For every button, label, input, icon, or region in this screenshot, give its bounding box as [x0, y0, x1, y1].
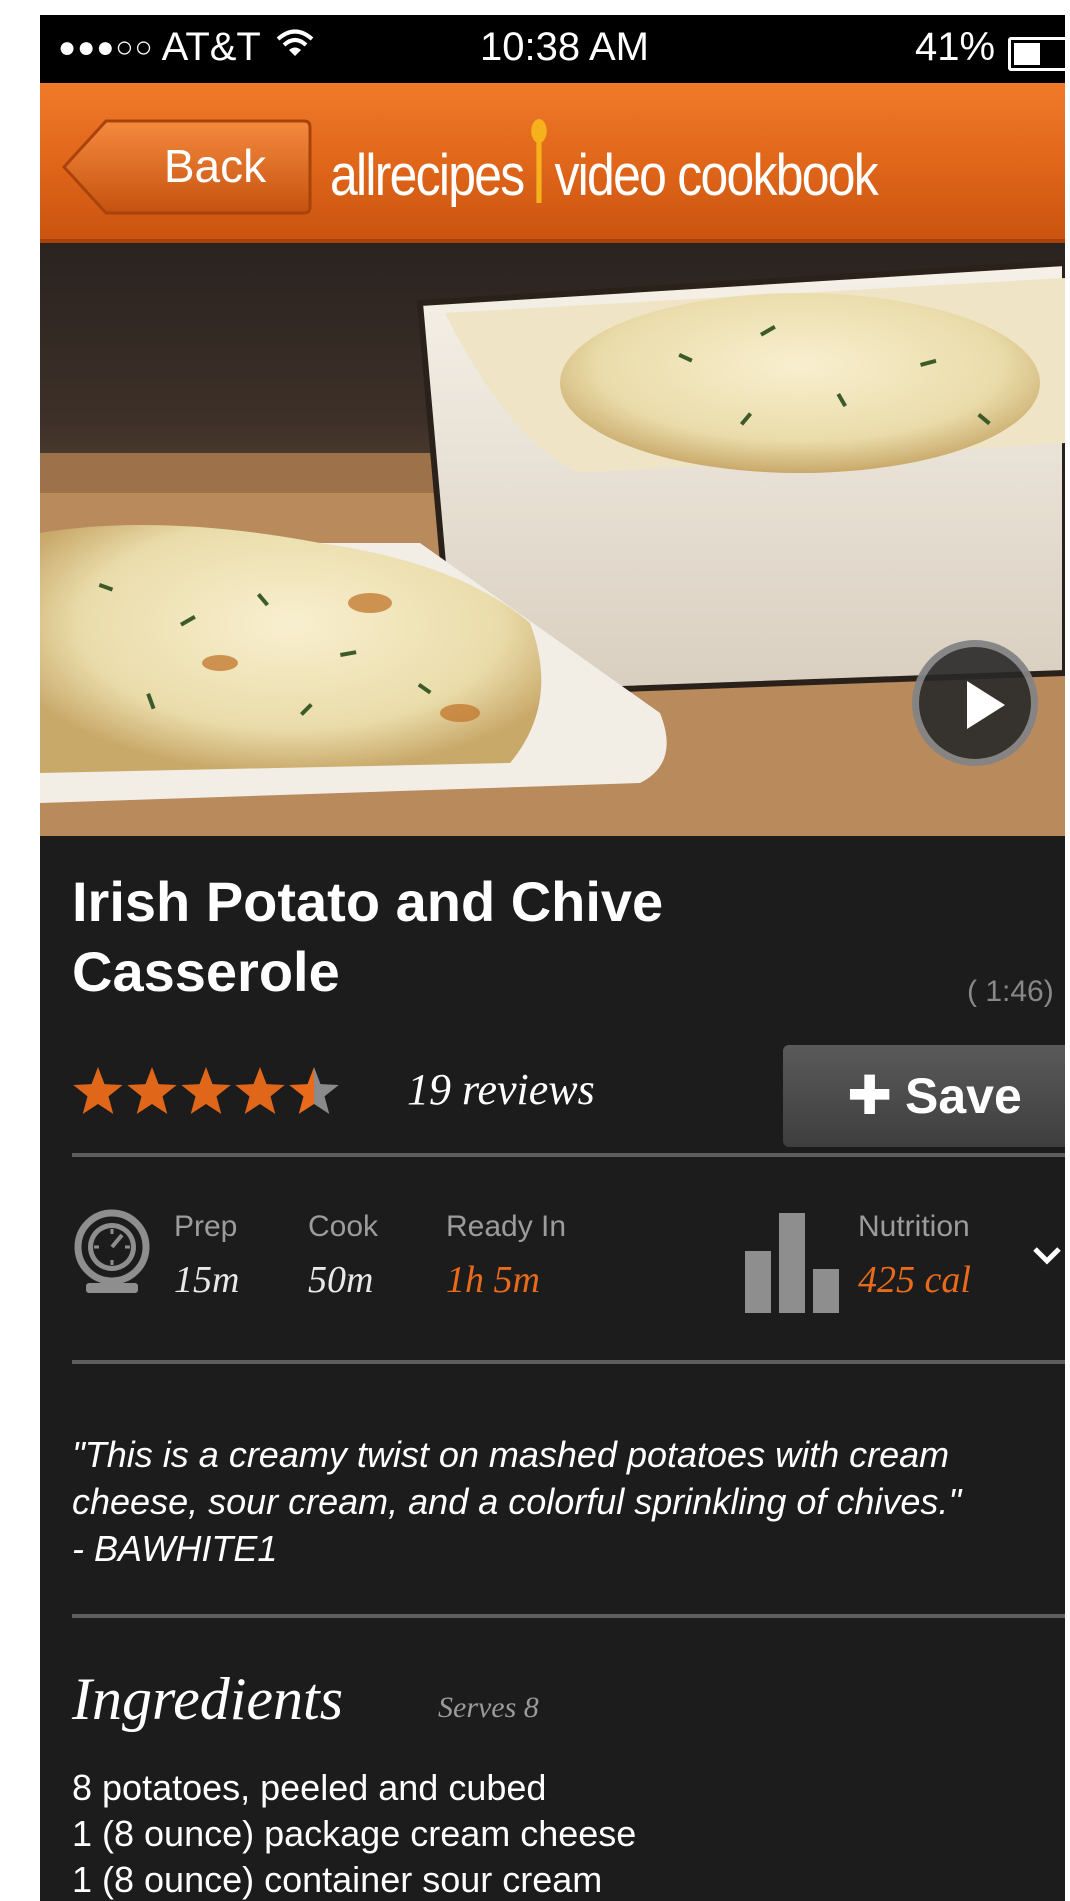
ingredients-heading: Ingredients [72, 1666, 344, 1732]
star-icon [127, 1067, 177, 1114]
allrecipes-logo: allrecipes video cookbook [330, 119, 879, 225]
app-header: Back allrecipes video cookbook [40, 83, 1065, 243]
spoon-icon [530, 119, 547, 219]
ready-in-label: Ready In [446, 1210, 567, 1243]
casserole-photo [40, 259, 1065, 836]
ingredient-item: 1 (8 ounce) container sour cream [72, 1859, 603, 1900]
cook-label: Cook [308, 1210, 379, 1243]
recipe-title: Irish Potato and Chive Casserole [72, 867, 772, 1007]
serves-count: Serves 8 [438, 1691, 539, 1724]
star-icon [235, 1067, 285, 1114]
recipe-video-thumbnail[interactable] [40, 243, 1065, 836]
brand-subtitle: video cookbook [554, 142, 878, 208]
ingredient-list: 8 potatoes, peeled and cubed 1 (8 ounce)… [72, 1765, 636, 1901]
save-button-label: Save [905, 1068, 1022, 1124]
ingredient-item: 1 (8 ounce) package cream cheese [72, 1813, 637, 1854]
ready-in-time: Ready In 1h 5m [446, 1210, 566, 1302]
star-rating [72, 1065, 372, 1126]
video-duration: ( 1:46) [967, 975, 1054, 1008]
prep-time: Prep 15m [174, 1210, 239, 1302]
quote-line1: "This is a creamy twist on mashed potato… [72, 1434, 950, 1475]
battery-percent: 41% [915, 25, 996, 69]
save-recipe-button[interactable]: ✚ Save [783, 1045, 1065, 1147]
nutrition-label: Nutrition [858, 1210, 970, 1243]
status-bar: ●●●○○ AT&T 10:38 AM 41% [40, 15, 1065, 83]
ready-in-value: 1h 5m [446, 1259, 540, 1301]
quote-line2: cheese, sour cream, and a colorful sprin… [72, 1481, 962, 1522]
battery-icon [1008, 37, 1065, 71]
signal-strength-icon: ●●●○○ [58, 30, 154, 64]
nutrition-value: 425 cal [858, 1259, 971, 1301]
cook-time: Cook 50m [308, 1210, 378, 1302]
recipe-quote: "This is a creamy twist on mashed potato… [72, 1431, 1062, 1572]
review-count[interactable]: 19 reviews [407, 1064, 595, 1115]
prep-label: Prep [174, 1210, 238, 1243]
brand-name: allrecipes [330, 142, 525, 208]
chevron-down-icon[interactable] [1032, 1245, 1062, 1272]
plus-icon: ✚ [847, 1066, 893, 1126]
cook-value: 50m [308, 1259, 374, 1301]
quote-author: - BAWHITE1 [72, 1528, 278, 1569]
play-icon [967, 681, 1005, 729]
carrier-name: AT&T [161, 25, 261, 69]
star-icon [289, 1067, 339, 1114]
ingredient-item: 8 potatoes, peeled and cubed [72, 1767, 547, 1808]
recipe-title-line1: Irish Potato and Chive [72, 870, 664, 933]
back-button-label: Back [163, 140, 267, 192]
divider [72, 1614, 1065, 1618]
recipe-screen: ●●●○○ AT&T 10:38 AM 41% Back allrecipes … [40, 15, 1065, 1901]
play-video-button[interactable] [912, 640, 1038, 766]
bar-chart-icon [745, 1213, 841, 1318]
divider [72, 1153, 1065, 1157]
star-icon [73, 1067, 123, 1114]
divider [72, 1360, 1065, 1364]
recipe-title-line2: Casserole [72, 940, 340, 1003]
status-time: 10:38 AM [480, 25, 650, 69]
star-icon [181, 1067, 231, 1114]
prep-value: 15m [174, 1259, 240, 1301]
wifi-icon [275, 28, 315, 67]
back-button[interactable]: Back [60, 117, 312, 217]
nutrition[interactable]: Nutrition 425 cal [858, 1210, 971, 1302]
timer-icon [72, 1207, 152, 1300]
